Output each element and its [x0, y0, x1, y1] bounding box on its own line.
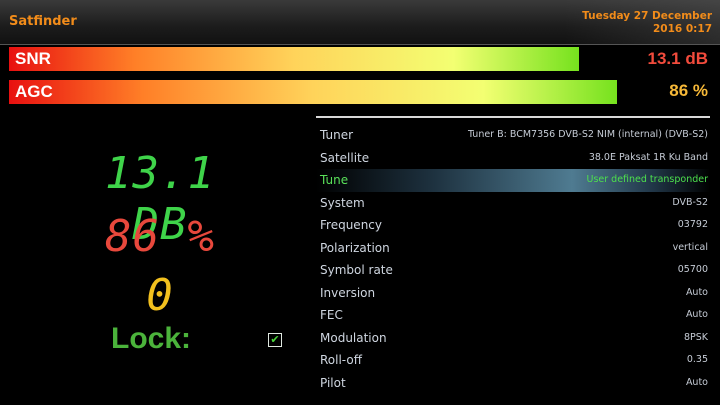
info-row-modulation[interactable]: Modulation 8PSK — [316, 327, 710, 350]
info-row-tuner[interactable]: Tuner Tuner B: BCM7356 DVB-S2 NIM (intern… — [316, 124, 710, 147]
info-row-label: Frequency — [320, 218, 382, 232]
info-row-value: 8PSK — [683, 331, 708, 343]
lock-label: Lock: — [111, 322, 192, 355]
info-row-value: DVB-S2 — [672, 196, 708, 208]
check-icon: ✔ — [270, 333, 280, 346]
info-row-label: Pilot — [320, 375, 346, 390]
divider — [316, 116, 710, 118]
info-row-frequency[interactable]: Frequency 03792 — [316, 214, 710, 237]
title-bar: Satfinder Tuesday 27 December 2016 0:17 — [0, 0, 720, 45]
info-row-value: 03792 — [677, 219, 708, 230]
snr-bar-label: SNR — [15, 49, 51, 68]
snr-value: 13.1 dB — [647, 49, 708, 68]
tuner-info-list: Tuner Tuner B: BCM7356 DVB-S2 NIM (intern… — [316, 124, 710, 394]
info-row-label: Roll-off — [320, 353, 362, 367]
agc-bar-fill — [9, 80, 617, 104]
info-row-symbol-rate[interactable]: Symbol rate 05700 — [316, 259, 710, 282]
info-row-label: Inversion — [320, 285, 376, 300]
info-row-label: Satellite — [320, 150, 370, 165]
info-row-fec[interactable]: FEC Auto — [316, 304, 710, 327]
ber-readout: 0 — [146, 270, 174, 321]
info-row-label: Modulation — [320, 330, 387, 345]
info-row-label: Symbol rate — [320, 263, 393, 277]
snr-bar: SNR — [9, 47, 629, 71]
info-row-value: Tuner B: BCM7356 DVB-S2 NIM (internal) (… — [467, 129, 708, 140]
info-row-label: Tune — [320, 173, 349, 187]
info-row-label: Tuner — [320, 128, 354, 142]
info-row-value: Auto — [685, 309, 708, 320]
date-text: Tuesday 27 December — [582, 10, 712, 22]
info-row-value: 0.35 — [686, 354, 708, 365]
agc-bar-label: AGC — [15, 82, 53, 101]
info-row-label: FEC — [320, 308, 343, 322]
agc-bar: AGC — [9, 80, 629, 104]
info-row-value: User defined transponder — [586, 174, 708, 185]
lock-checkbox: ✔ — [268, 333, 282, 347]
info-row-value: Auto — [685, 376, 708, 388]
agc-readout: 86 % — [105, 211, 215, 262]
info-row-value: 05700 — [677, 264, 708, 275]
info-row-value: vertical — [672, 241, 708, 253]
info-row-label: Polarization — [320, 240, 390, 255]
time-text: 2016 0:17 — [653, 23, 712, 35]
info-row-roll-off[interactable]: Roll-off 0.35 — [316, 349, 710, 372]
info-row-value: 38.0E Paksat 1R Ku Band — [588, 151, 708, 163]
info-row-satellite[interactable]: Satellite 38.0E Paksat 1R Ku Band — [316, 147, 710, 170]
info-row-polarization[interactable]: Polarization vertical — [316, 237, 710, 260]
snr-bar-fill — [9, 47, 580, 71]
info-row-value: Auto — [685, 286, 708, 298]
info-row-system[interactable]: System DVB-S2 — [316, 192, 710, 215]
page-title: Satfinder — [9, 14, 77, 29]
info-row-inversion[interactable]: Inversion Auto — [316, 282, 710, 305]
datetime: Tuesday 27 December 2016 0:17 — [582, 10, 712, 36]
agc-value: 86 % — [669, 81, 708, 100]
info-row-label: System — [320, 195, 365, 210]
info-row-pilot[interactable]: Pilot Auto — [316, 372, 710, 395]
info-row-tune[interactable]: Tune User defined transponder — [316, 169, 710, 192]
